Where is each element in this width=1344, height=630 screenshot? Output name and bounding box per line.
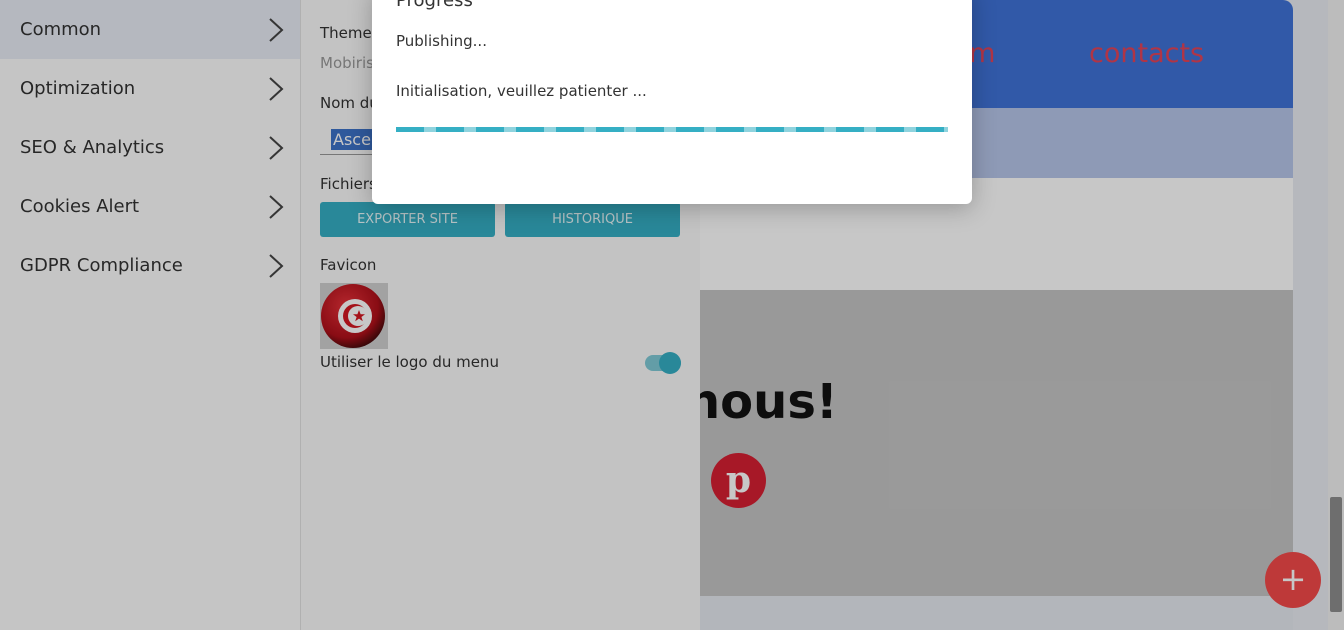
dialog-title: Progress — [396, 0, 473, 11]
progress-dialog: Progress Publishing... Initialisation, v… — [372, 0, 972, 204]
progress-bar — [396, 127, 948, 132]
publishing-status: Publishing... — [396, 32, 487, 50]
progress-bar-fill — [396, 127, 948, 132]
progress-message: Initialisation, veuillez patienter ... — [396, 82, 647, 100]
